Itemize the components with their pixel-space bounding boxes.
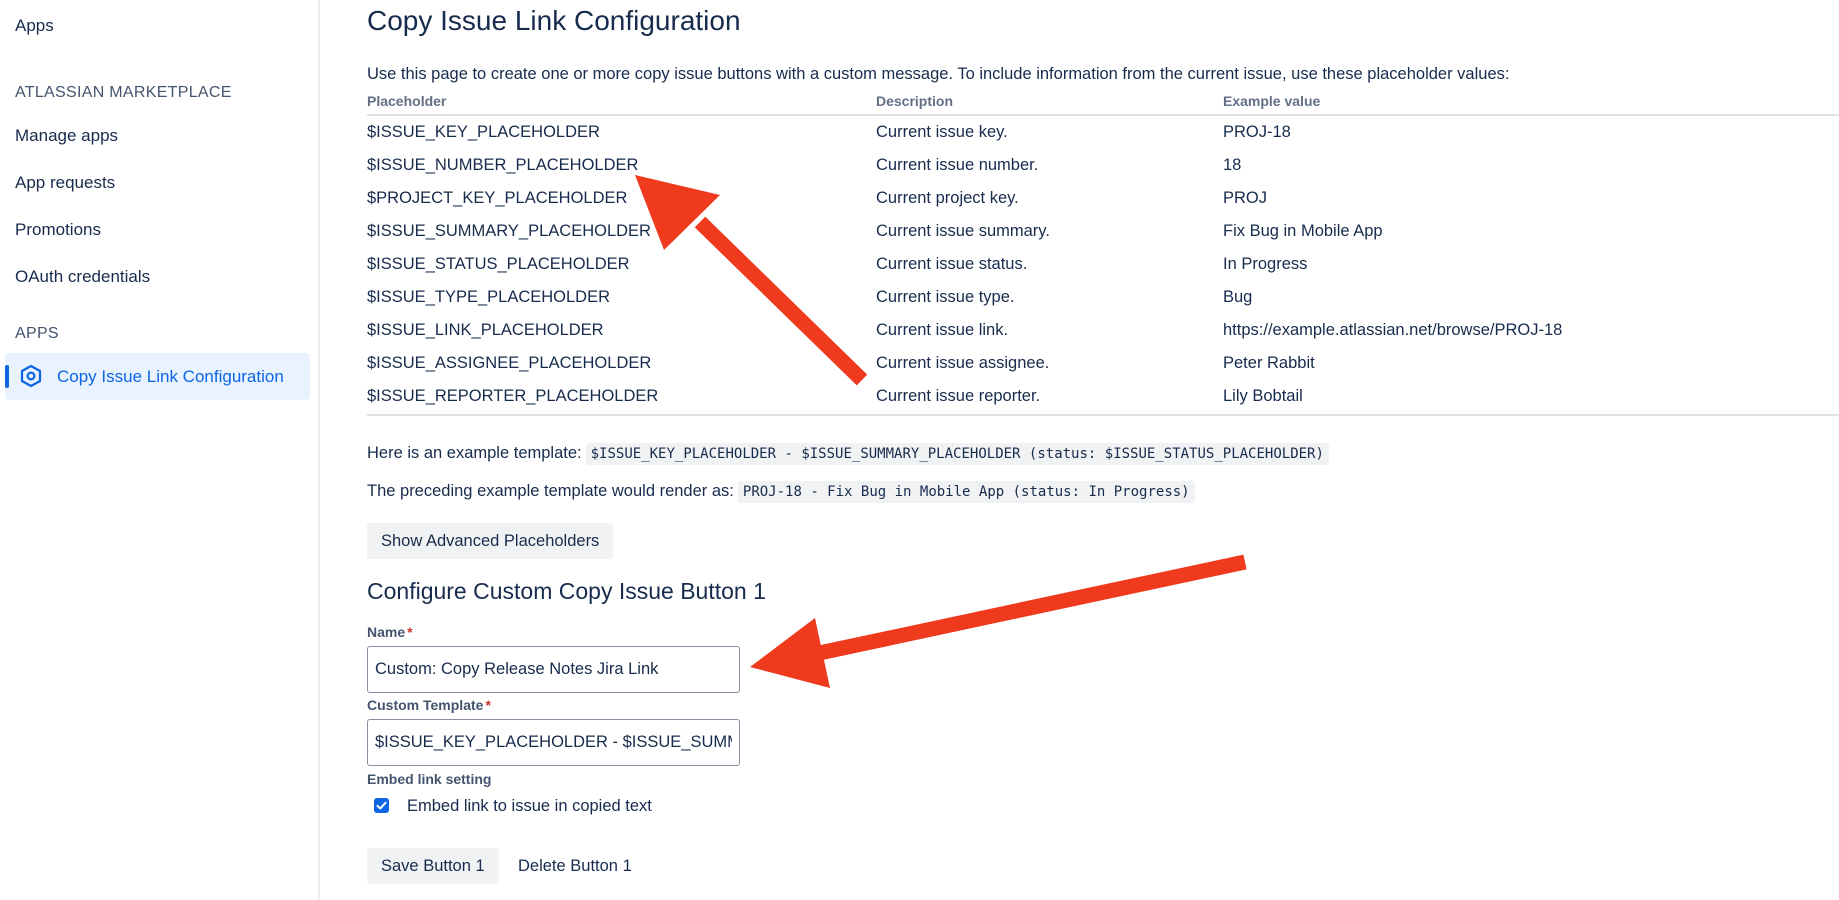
example-template-code: $ISSUE_KEY_PLACEHOLDER - $ISSUE_SUMMARY_… <box>585 443 1329 465</box>
save-button[interactable]: Save Button 1 <box>367 848 499 884</box>
example-render-line: The preceding example template would ren… <box>367 481 1195 503</box>
description-cell: Current issue number. <box>876 156 1039 174</box>
table-row: $ISSUE_REPORTER_PLACEHOLDER Current issu… <box>367 380 1839 413</box>
table-header: Placeholder Description Example value <box>367 91 1839 116</box>
description-cell: Current project key. <box>876 189 1019 207</box>
placeholder-cell: $ISSUE_LINK_PLACEHOLDER <box>367 321 604 339</box>
intro-text: Use this page to create one or more copy… <box>367 65 1510 83</box>
table-body: $ISSUE_KEY_PLACEHOLDER Current issue key… <box>367 116 1839 416</box>
description-cell: Current issue link. <box>876 321 1009 339</box>
sidebar: Apps ATLASSIAN MARKETPLACE Manage apps A… <box>0 0 320 900</box>
example-cell: Lily Bobtail <box>1223 387 1303 405</box>
column-header-description: Description <box>876 93 954 109</box>
sidebar-item-oauth-credentials[interactable]: OAuth credentials <box>15 267 150 287</box>
example-cell: Peter Rabbit <box>1223 354 1315 372</box>
table-row: $ISSUE_SUMMARY_PLACEHOLDER Current issue… <box>367 215 1839 248</box>
placeholder-cell: $ISSUE_KEY_PLACEHOLDER <box>367 123 600 141</box>
main-content: Copy Issue Link Configuration Use this p… <box>367 0 1839 900</box>
column-header-example-value: Example value <box>1223 93 1321 109</box>
sidebar-item-promotions[interactable]: Promotions <box>15 220 101 240</box>
example-cell: https://example.atlassian.net/browse/PRO… <box>1223 321 1563 339</box>
table-row: $ISSUE_ASSIGNEE_PLACEHOLDER Current issu… <box>367 347 1839 380</box>
example-cell: In Progress <box>1223 255 1308 273</box>
description-cell: Current issue assignee. <box>876 354 1050 372</box>
table-row: $ISSUE_KEY_PLACEHOLDER Current issue key… <box>367 116 1839 149</box>
table-row: $PROJECT_KEY_PLACEHOLDER Current project… <box>367 182 1839 215</box>
example-cell: 18 <box>1223 156 1242 174</box>
example-render-code: PROJ-18 - Fix Bug in Mobile App (status:… <box>737 481 1195 503</box>
name-label-text: Name <box>367 624 406 640</box>
show-advanced-placeholders-button[interactable]: Show Advanced Placeholders <box>367 523 614 559</box>
embed-link-checkbox[interactable] <box>374 798 389 813</box>
embed-link-checkbox-label[interactable]: Embed link to issue in copied text <box>407 797 652 816</box>
checkmark-icon <box>376 801 387 810</box>
table-row: $ISSUE_NUMBER_PLACEHOLDER Current issue … <box>367 149 1839 182</box>
placeholder-table: Placeholder Description Example value $I… <box>367 91 1839 416</box>
sidebar-item-manage-apps[interactable]: Manage apps <box>15 126 118 146</box>
example-cell: PROJ-18 <box>1223 123 1291 141</box>
placeholder-cell: $PROJECT_KEY_PLACEHOLDER <box>367 189 628 207</box>
placeholder-cell: $ISSUE_STATUS_PLACEHOLDER <box>367 255 630 273</box>
description-cell: Current issue key. <box>876 123 1008 141</box>
description-cell: Current issue summary. <box>876 222 1050 240</box>
config-section-title: Configure Custom Copy Issue Button 1 <box>367 578 766 604</box>
name-input[interactable] <box>367 646 740 693</box>
example-render-label: The preceding example template would ren… <box>367 482 734 500</box>
example-template-label: Here is an example template: <box>367 444 582 462</box>
example-cell: PROJ <box>1223 189 1268 207</box>
sidebar-item-copy-issue-link-configuration[interactable]: Copy Issue Link Configuration <box>5 353 310 400</box>
embed-link-heading: Embed link setting <box>367 771 492 787</box>
delete-button[interactable]: Delete Button 1 <box>504 848 646 884</box>
description-cell: Current issue reporter. <box>876 387 1041 405</box>
example-cell: Fix Bug in Mobile App <box>1223 222 1383 240</box>
template-label-text: Custom Template <box>367 697 484 713</box>
placeholder-cell: $ISSUE_SUMMARY_PLACEHOLDER <box>367 222 651 240</box>
placeholder-cell: $ISSUE_TYPE_PLACEHOLDER <box>367 288 611 306</box>
table-row: $ISSUE_LINK_PLACEHOLDER Current issue li… <box>367 314 1839 347</box>
example-cell: Bug <box>1223 288 1253 306</box>
description-cell: Current issue status. <box>876 255 1028 273</box>
hexagon-app-icon <box>20 364 42 388</box>
page-title: Copy Issue Link Configuration <box>367 5 741 36</box>
name-field-label: Name * <box>367 624 413 640</box>
custom-template-input[interactable] <box>367 719 740 766</box>
example-template-line: Here is an example template: $ISSUE_KEY_P… <box>367 443 1329 465</box>
sidebar-heading-apps: APPS <box>15 325 59 342</box>
template-field-label: Custom Template * <box>367 697 491 713</box>
table-row: $ISSUE_STATUS_PLACEHOLDER Current issue … <box>367 248 1839 281</box>
placeholder-cell: $ISSUE_ASSIGNEE_PLACEHOLDER <box>367 354 652 372</box>
sidebar-item-apps[interactable]: Apps <box>15 16 54 36</box>
sidebar-heading-marketplace: ATLASSIAN MARKETPLACE <box>15 84 232 101</box>
required-marker: * <box>485 697 491 713</box>
placeholder-cell: $ISSUE_NUMBER_PLACEHOLDER <box>367 156 639 174</box>
sidebar-item-label: Copy Issue Link Configuration <box>57 367 284 386</box>
table-row: $ISSUE_TYPE_PLACEHOLDER Current issue ty… <box>367 281 1839 314</box>
sidebar-item-app-requests[interactable]: App requests <box>15 173 115 193</box>
description-cell: Current issue type. <box>876 288 1015 306</box>
required-marker: * <box>407 624 413 640</box>
column-header-placeholder: Placeholder <box>367 93 447 109</box>
placeholder-cell: $ISSUE_REPORTER_PLACEHOLDER <box>367 387 659 405</box>
active-indicator <box>5 365 9 388</box>
